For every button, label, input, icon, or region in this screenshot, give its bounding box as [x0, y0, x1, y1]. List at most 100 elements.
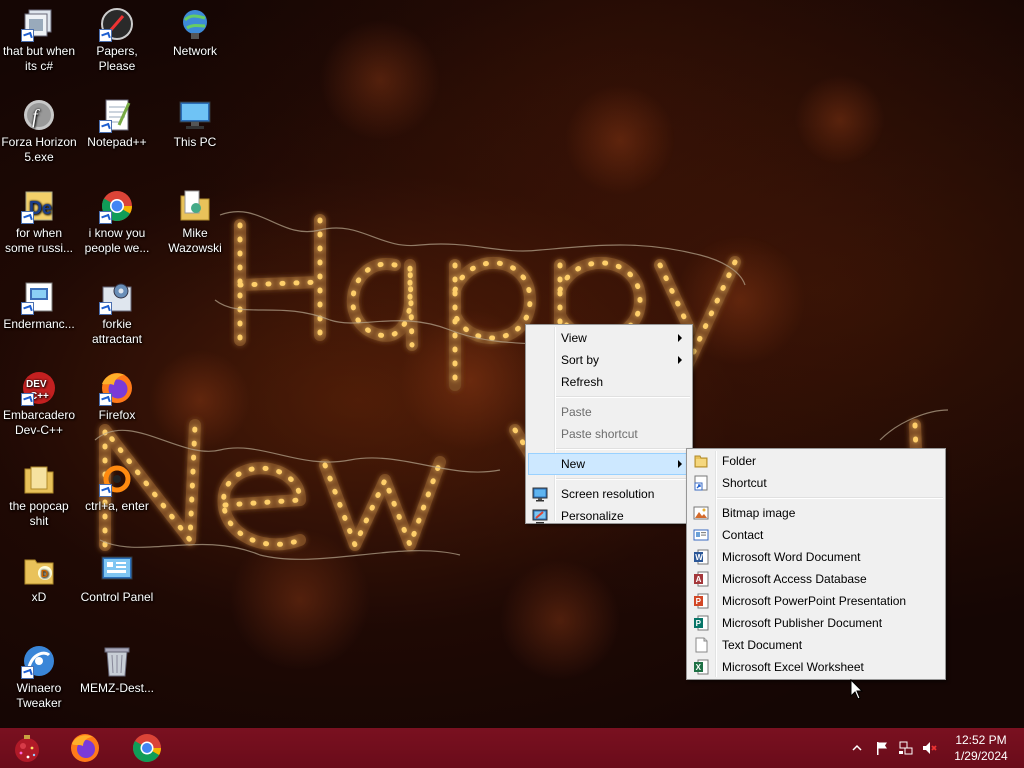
desktop-icon[interactable]: De for when some russi... [0, 188, 78, 256]
desktop-icon[interactable]: DEV C++ Embarcadero Dev-C++ [0, 370, 78, 438]
menu-item-paste[interactable]: Paste [528, 401, 690, 423]
devc-doc-icon: De [21, 188, 57, 224]
taskbar-clock[interactable]: 12:52 PM 1/29/2024 [946, 732, 1016, 764]
chrome-taskbar-button[interactable] [118, 728, 176, 768]
publisher-icon: P [694, 615, 709, 631]
desktop-icon[interactable]: Endermanc... [0, 279, 78, 332]
menu-item-label: Paste [561, 405, 592, 419]
shortcut-arrow-icon [21, 393, 34, 406]
menu-item-label: Microsoft PowerPoint Presentation [722, 594, 907, 608]
shortcut-arrow-icon [99, 302, 112, 315]
new-text-document-item[interactable]: Text Document [689, 634, 943, 656]
svg-text:P: P [696, 619, 702, 628]
svg-text:P: P [696, 597, 702, 606]
mouse-cursor-icon [850, 679, 864, 700]
desktop-icon-label: forkie attractant [91, 317, 143, 346]
new-access-database-item[interactable]: A Microsoft Access Database [689, 568, 943, 590]
menu-item-label: Microsoft Publisher Document [722, 616, 883, 630]
network-icon[interactable] [898, 740, 914, 756]
word-icon: W [694, 549, 709, 565]
menu-item-refresh[interactable]: Refresh [528, 371, 690, 393]
contact-icon [693, 529, 709, 541]
desktop-icon[interactable]: Mike Wazowski [156, 188, 234, 256]
menu-item-new[interactable]: New [528, 453, 690, 475]
firefox-taskbar-button[interactable] [56, 728, 114, 768]
flash-icon: f [21, 97, 57, 133]
menu-item-label: Bitmap image [722, 506, 796, 520]
folder-icon [694, 455, 708, 468]
new-submenu: Folder Shortcut Bitmap image Contact W M… [686, 448, 946, 680]
shortcut-arrow-icon [21, 211, 34, 224]
desktop-icon[interactable]: i know you people we... [78, 188, 156, 256]
shortcut-arrow-icon [99, 393, 112, 406]
desktop-icon[interactable]: the popcap shit [0, 461, 78, 529]
new-folder-item[interactable]: Folder [689, 450, 943, 472]
menu-item-label: Microsoft Word Document [722, 550, 861, 564]
menu-item-label: Folder [722, 454, 757, 468]
svg-text:A: A [696, 575, 702, 584]
new-shortcut-item[interactable]: Shortcut [689, 472, 943, 494]
new-publisher-item[interactable]: P Microsoft Publisher Document [689, 612, 943, 634]
desktop-icon-label: MEMZ-Dest... [80, 681, 154, 695]
desktop-icon-label: Papers, Please [96, 44, 138, 73]
menu-item-screen-resolution[interactable]: Screen resolution [528, 483, 690, 505]
menu-separator [556, 478, 690, 480]
desktop-icon[interactable]: Network [156, 6, 234, 59]
volume-muted-icon[interactable] [921, 740, 937, 756]
submenu-arrow-icon [678, 460, 682, 468]
menu-item-label: Microsoft Access Database [722, 572, 867, 586]
gear-program-icon [99, 279, 135, 315]
desktop-icon[interactable]: that but when its c# [0, 6, 78, 74]
svg-text:D: D [41, 569, 48, 580]
screen-resolution-icon [532, 487, 548, 502]
desktop-icon-label: Winaero Tweaker [16, 681, 62, 710]
winaero-icon [21, 643, 57, 679]
menu-item-sort-by[interactable]: Sort by [528, 349, 690, 371]
chrome-icon [99, 188, 135, 224]
notepad-plus-plus-icon [99, 97, 135, 133]
menu-item-paste-shortcut[interactable]: Paste shortcut [528, 423, 690, 445]
desktop-icon-label: that but when its c# [2, 44, 76, 73]
menu-item-label: Shortcut [722, 476, 767, 490]
menu-item-label: View [561, 331, 587, 345]
desktop-icon[interactable]: Control Panel [78, 552, 156, 605]
access-icon: A [694, 571, 709, 587]
desktop-icon[interactable]: forkie attractant [78, 279, 156, 347]
menu-item-personalize[interactable]: Personalize [528, 505, 690, 527]
new-bitmap-item[interactable]: Bitmap image [689, 502, 943, 524]
desktop-icon[interactable]: DxD [0, 552, 78, 605]
new-excel-worksheet-item[interactable]: X Microsoft Excel Worksheet [689, 656, 943, 678]
show-hidden-icons-chevron-icon[interactable] [851, 743, 863, 753]
desktop-icon[interactable]: f Forza Horizon 5.exe [0, 97, 78, 165]
menu-separator [556, 448, 690, 450]
desktop-icon-label: Network [172, 44, 217, 58]
shortcut-arrow-icon [99, 484, 112, 497]
desktop-icon[interactable]: MEMZ-Dest... [78, 643, 156, 696]
this-pc-icon [177, 97, 213, 133]
desktop-icon[interactable]: This PC [156, 97, 234, 150]
desktop-icon-label: Firefox [98, 408, 136, 422]
clock-date: 1/29/2024 [954, 749, 1008, 763]
svg-text:X: X [696, 663, 702, 672]
shortcut-arrow-icon [21, 666, 34, 679]
papers-please-icon [99, 6, 135, 42]
menu-item-label: Contact [722, 528, 764, 542]
menu-item-label: Personalize [561, 509, 624, 523]
desktop-icon[interactable]: Firefox [78, 370, 156, 423]
new-powerpoint-item[interactable]: P Microsoft PowerPoint Presentation [689, 590, 943, 612]
menu-item-view[interactable]: View [528, 327, 690, 349]
shortcut-icon [694, 475, 708, 491]
desktop-icon[interactable]: ctrl+a, enter [78, 461, 156, 514]
desktop-icon-label: Endermanc... [3, 317, 75, 331]
shortcut-arrow-icon [99, 211, 112, 224]
action-center-flag-icon[interactable] [874, 740, 890, 756]
control-panel-icon [99, 552, 135, 588]
desktop-icon[interactable]: Papers, Please [78, 6, 156, 74]
taskbar: 12:52 PM 1/29/2024 [0, 728, 1024, 768]
new-contact-item[interactable]: Contact [689, 524, 943, 546]
menu-item-label: Text Document [722, 638, 803, 652]
new-word-document-item[interactable]: W Microsoft Word Document [689, 546, 943, 568]
desktop-icon[interactable]: Winaero Tweaker [0, 643, 78, 711]
start-button[interactable] [0, 728, 58, 768]
desktop-icon[interactable]: Notepad++ [78, 97, 156, 150]
